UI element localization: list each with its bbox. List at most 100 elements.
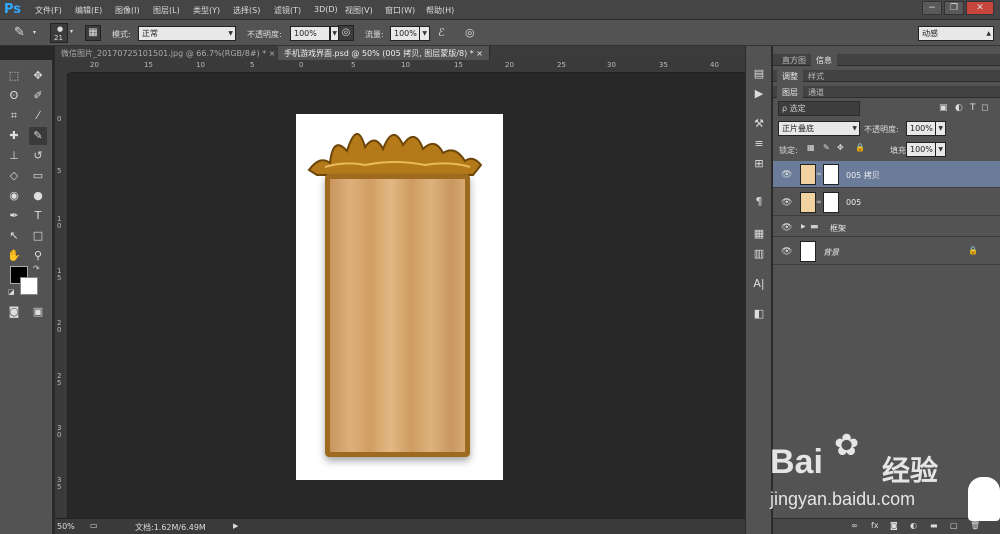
hand-tool-icon[interactable]: ✋ [5, 247, 23, 265]
tab-adjustments[interactable]: 调整 [777, 70, 803, 82]
history-panel-icon[interactable]: ▤ [751, 66, 767, 82]
eye-icon[interactable]: 👁 [781, 223, 792, 233]
workspace-select[interactable]: 动感 ▲ [918, 26, 994, 41]
restore-button[interactable]: ❐ [944, 1, 964, 15]
tab-info[interactable]: 信息 [811, 54, 837, 66]
swap-colors-icon[interactable]: ↷ [33, 264, 40, 273]
clone-source-icon[interactable]: ⊞ [751, 156, 767, 172]
marquee-tool-icon[interactable]: ⬚ [5, 67, 23, 85]
tab-wechat-image[interactable]: 微信图片_20170725101501.jpg @ 66.7%(RGB/8#) … [55, 46, 283, 60]
screen-mode-icon[interactable]: ▣ [29, 303, 47, 321]
layer-mask-thumbnail[interactable] [823, 164, 839, 185]
fill-field[interactable]: 100% [906, 142, 936, 157]
link-icon[interactable]: ∞ [816, 170, 822, 178]
brush-tool-icon[interactable]: ✎ [14, 25, 25, 40]
tool-preset-chevron-icon[interactable]: ▾ [33, 29, 36, 36]
eraser-tool-icon[interactable]: ◇ [5, 167, 23, 185]
flow-field[interactable]: 100% [390, 26, 420, 41]
menu-file[interactable]: 文件(F) [35, 5, 62, 16]
fill-dropdown[interactable]: ▼ [935, 142, 946, 157]
path-selection-tool-icon[interactable]: ↖ [5, 227, 23, 245]
clone-stamp-tool-icon[interactable]: ⊥ [5, 147, 23, 165]
layer-opacity-field[interactable]: 100% [906, 121, 936, 136]
tab-styles[interactable]: 样式 [803, 70, 829, 82]
default-colors-icon[interactable]: ◪ [8, 288, 15, 296]
link-icon[interactable]: ∞ [816, 198, 822, 206]
move-tool-icon[interactable]: ✥ [29, 67, 47, 85]
brush-picker-chevron-icon[interactable]: ▾ [70, 28, 73, 35]
lock-transparent-icon[interactable]: ▦ [807, 143, 815, 152]
tab-layers[interactable]: 图层 [777, 86, 803, 98]
menu-view[interactable]: 视图(V) [345, 5, 373, 16]
menu-help[interactable]: 帮助(H) [426, 5, 454, 16]
paragraph-panel-icon[interactable]: ¶ [751, 194, 767, 210]
layer-group-row[interactable]: 👁 ▶ ▬ 框架 [773, 217, 1000, 237]
layer-comps-icon[interactable]: ◧ [751, 306, 767, 322]
layer-row[interactable]: 👁 ∞ 005 拷贝 [773, 161, 1000, 188]
eyedropper-tool-icon[interactable]: ⁄ [29, 107, 47, 125]
opacity-field[interactable]: 100% [290, 26, 330, 41]
menu-window[interactable]: 窗口(W) [385, 5, 415, 16]
tab-mobile-game-ui[interactable]: 手机游戏界面.psd @ 50% (005 拷贝, 图层蒙版/8) * × [278, 46, 490, 60]
tool-presets-icon[interactable]: ⚒ [751, 116, 767, 132]
actions-panel-icon[interactable]: ▶ [751, 86, 767, 102]
lock-position-icon[interactable]: ✥ [837, 143, 844, 152]
layer-mask-thumbnail[interactable] [823, 192, 839, 213]
menu-select[interactable]: 选择(S) [233, 5, 260, 16]
expand-arrow-icon[interactable]: ▶ [801, 223, 806, 230]
lock-all-icon[interactable]: 🔒 [855, 143, 865, 152]
menu-image[interactable]: 图像(I) [115, 5, 140, 16]
navigator-panel-icon[interactable]: ▦ [751, 226, 767, 242]
status-menu-arrow-icon[interactable]: ▶ [233, 522, 238, 530]
pressure-opacity-icon[interactable]: ◎ [338, 25, 354, 41]
filter-shape-icon[interactable]: ◻ [981, 103, 988, 113]
eye-icon[interactable]: 👁 [781, 247, 792, 257]
tab-histogram[interactable]: 直方图 [777, 54, 811, 66]
filter-text-icon[interactable]: T [970, 103, 976, 113]
status-info-icon[interactable]: ▭ [90, 521, 98, 530]
close-icon[interactable]: × [476, 49, 483, 58]
menu-filter[interactable]: 滤镜(T) [274, 5, 301, 16]
pen-tool-icon[interactable]: ✒ [5, 207, 23, 225]
history-brush-tool-icon[interactable]: ↺ [29, 147, 47, 165]
lasso-tool-icon[interactable]: ʘ [5, 87, 23, 105]
background-color-swatch[interactable] [20, 277, 38, 295]
menu-edit[interactable]: 编辑(E) [75, 5, 102, 16]
crop-tool-icon[interactable]: ⌗ [5, 107, 23, 125]
brush-panel-toggle-icon[interactable]: ▦ [85, 25, 101, 41]
filter-adjustment-icon[interactable]: ◐ [955, 103, 963, 113]
gradient-tool-icon[interactable]: ▭ [29, 167, 47, 185]
quick-mask-icon[interactable]: ◙ [5, 303, 23, 321]
rectangle-tool-icon[interactable]: □ [29, 227, 47, 245]
character-panel-icon[interactable]: A| [751, 276, 767, 292]
flow-dropdown[interactable]: ▼ [419, 26, 430, 41]
brush-settings-icon[interactable]: ≡ [751, 136, 767, 152]
healing-brush-tool-icon[interactable]: ✚ [5, 127, 23, 145]
minimize-button[interactable]: − [922, 1, 942, 15]
menu-layer[interactable]: 图层(L) [153, 5, 180, 16]
properties-panel-icon[interactable]: ▥ [751, 246, 767, 262]
mode-select[interactable]: 正常 ▼ [138, 26, 236, 41]
quick-selection-tool-icon[interactable]: ✐ [29, 87, 47, 105]
layer-row[interactable]: 👁 背景 🔒 [773, 238, 1000, 265]
close-icon[interactable]: × [269, 49, 276, 58]
layer-filter-select[interactable]: ρ 选定 [778, 101, 860, 116]
blend-mode-select[interactable]: 正片叠底 ▼ [778, 121, 860, 136]
layer-opacity-dropdown[interactable]: ▼ [935, 121, 946, 136]
zoom-tool-icon[interactable]: ⚲ [29, 247, 47, 265]
brush-tool-icon[interactable]: ✎ [29, 127, 47, 145]
blur-tool-icon[interactable]: ◉ [5, 187, 23, 205]
eye-icon[interactable]: 👁 [781, 170, 792, 180]
tab-channels[interactable]: 通道 [803, 86, 829, 98]
menu-3d[interactable]: 3D(D) [314, 5, 338, 14]
airbrush-icon[interactable]: ℰ [438, 26, 445, 39]
lock-image-icon[interactable]: ✎ [823, 143, 830, 152]
menu-type[interactable]: 类型(Y) [193, 5, 220, 16]
dodge-tool-icon[interactable]: ● [29, 187, 47, 205]
pressure-size-icon[interactable]: ◎ [465, 26, 475, 39]
eye-icon[interactable]: 👁 [781, 198, 792, 208]
brush-preset-picker[interactable]: ● 21 [50, 23, 68, 43]
filter-image-icon[interactable]: ▣ [939, 103, 948, 113]
close-button[interactable]: ✕ [966, 1, 994, 15]
type-tool-icon[interactable]: T [29, 207, 47, 225]
